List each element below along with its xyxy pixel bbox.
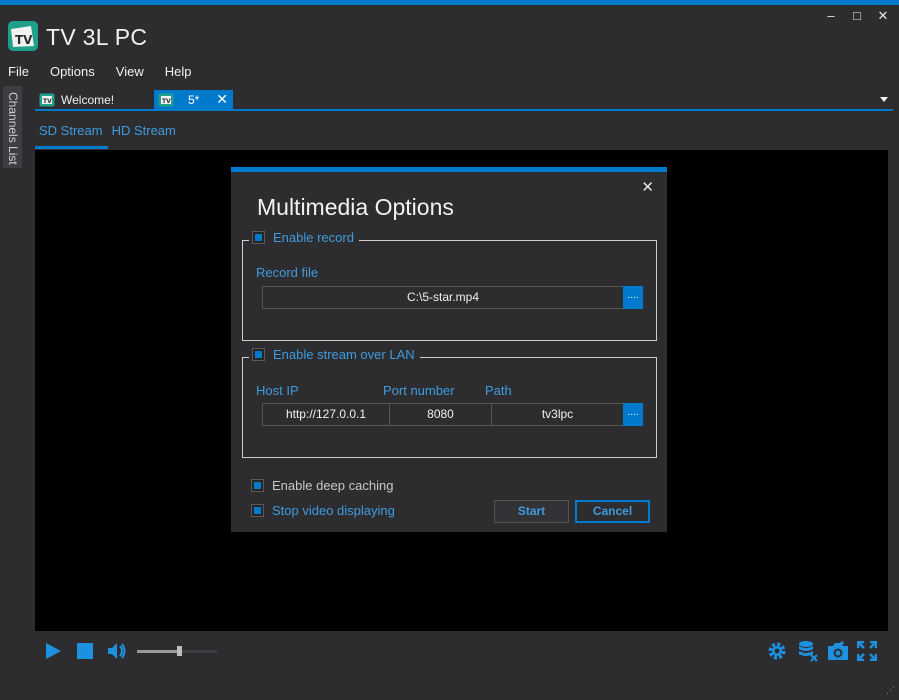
channels-list-label: Channels List: [6, 92, 20, 165]
dialog-close-button[interactable]: ✕: [641, 178, 654, 196]
volume-icon[interactable]: [107, 642, 127, 660]
stop-video-checkbox[interactable]: [251, 504, 264, 517]
host-ip-label: Host IP: [256, 383, 299, 398]
svg-text:TV: TV: [162, 98, 171, 105]
cancel-button[interactable]: Cancel: [575, 500, 650, 523]
volume-slider[interactable]: [137, 646, 217, 656]
path-browse-button[interactable]: ....: [623, 403, 643, 426]
start-button[interactable]: Start: [494, 500, 569, 523]
deep-caching-checkbox[interactable]: [251, 479, 264, 492]
app-title: TV 3L PC: [46, 24, 148, 50]
menu-file[interactable]: File: [8, 64, 29, 79]
record-file-label: Record file: [256, 265, 319, 280]
deep-caching-label[interactable]: Enable deep caching: [272, 478, 393, 493]
tab-channel-label: 5*: [188, 92, 200, 107]
enable-record-label[interactable]: Enable record: [273, 230, 354, 245]
menu-options[interactable]: Options: [50, 64, 95, 79]
menu-view[interactable]: View: [116, 64, 144, 79]
tab-channel[interactable]: TV 5* ✕: [154, 90, 233, 109]
maximize-button[interactable]: □: [851, 8, 863, 24]
host-ip-input[interactable]: http://127.0.0.1: [262, 403, 390, 426]
minimize-button[interactable]: –: [825, 8, 837, 24]
enable-record-checkbox[interactable]: [252, 231, 265, 244]
camera-icon[interactable]: [827, 641, 849, 661]
volume-slider-thumb[interactable]: [176, 646, 182, 656]
channels-list-tab[interactable]: Channels List: [0, 86, 22, 168]
port-number-input[interactable]: 8080: [389, 403, 492, 426]
tv-icon: TV: [39, 93, 55, 106]
dialog-title: Multimedia Options: [257, 194, 454, 220]
tab-welcome-label: Welcome!: [61, 92, 115, 107]
tab-close-icon[interactable]: ✕: [216, 91, 228, 108]
record-file-browse-button[interactable]: ....: [623, 286, 643, 309]
tab-sd-stream[interactable]: SD Stream: [35, 111, 108, 149]
close-button[interactable]: ✕: [877, 8, 889, 24]
tv-icon: TV: [158, 93, 174, 106]
window-controls: – □ ✕: [825, 8, 889, 24]
settings-icon[interactable]: [767, 641, 787, 661]
app-logo-icon: TV: [8, 21, 38, 51]
enable-stream-checkbox[interactable]: [252, 348, 265, 361]
tab-hd-stream[interactable]: HD Stream: [108, 111, 181, 149]
stop-video-option[interactable]: Stop video displaying: [251, 503, 395, 518]
menu-bar: File Options View Help: [8, 64, 212, 79]
database-icon[interactable]: [797, 640, 819, 662]
tab-welcome[interactable]: TV Welcome!: [35, 90, 147, 109]
stop-icon[interactable]: [77, 643, 93, 659]
tab-list-dropdown-icon[interactable]: [880, 97, 888, 102]
window-accent-bar: [0, 0, 899, 5]
svg-text:TV: TV: [15, 33, 33, 47]
port-number-label: Port number: [383, 383, 455, 398]
stream-tabs: SD Stream HD Stream: [35, 111, 181, 149]
player-controls: [35, 631, 888, 671]
volume-slider-fill: [137, 650, 179, 653]
deep-caching-option[interactable]: Enable deep caching: [251, 478, 393, 493]
stop-video-label[interactable]: Stop video displaying: [272, 503, 395, 518]
resize-grip-icon[interactable]: ⋰: [886, 685, 895, 696]
play-icon[interactable]: [44, 643, 62, 659]
lan-stream-group: Enable stream over LAN Host IP Port numb…: [242, 347, 657, 458]
path-label: Path: [485, 383, 512, 398]
fullscreen-icon[interactable]: [857, 641, 877, 661]
record-file-input[interactable]: C:\5-star.mp4: [262, 286, 624, 309]
svg-text:TV: TV: [43, 98, 52, 105]
menu-help[interactable]: Help: [165, 64, 192, 79]
record-group: Enable record Record file C:\5-star.mp4 …: [242, 230, 657, 341]
multimedia-options-dialog: ✕ Multimedia Options Enable record Recor…: [231, 167, 667, 532]
enable-stream-label[interactable]: Enable stream over LAN: [273, 347, 415, 362]
path-input[interactable]: tv3lpc: [491, 403, 624, 426]
